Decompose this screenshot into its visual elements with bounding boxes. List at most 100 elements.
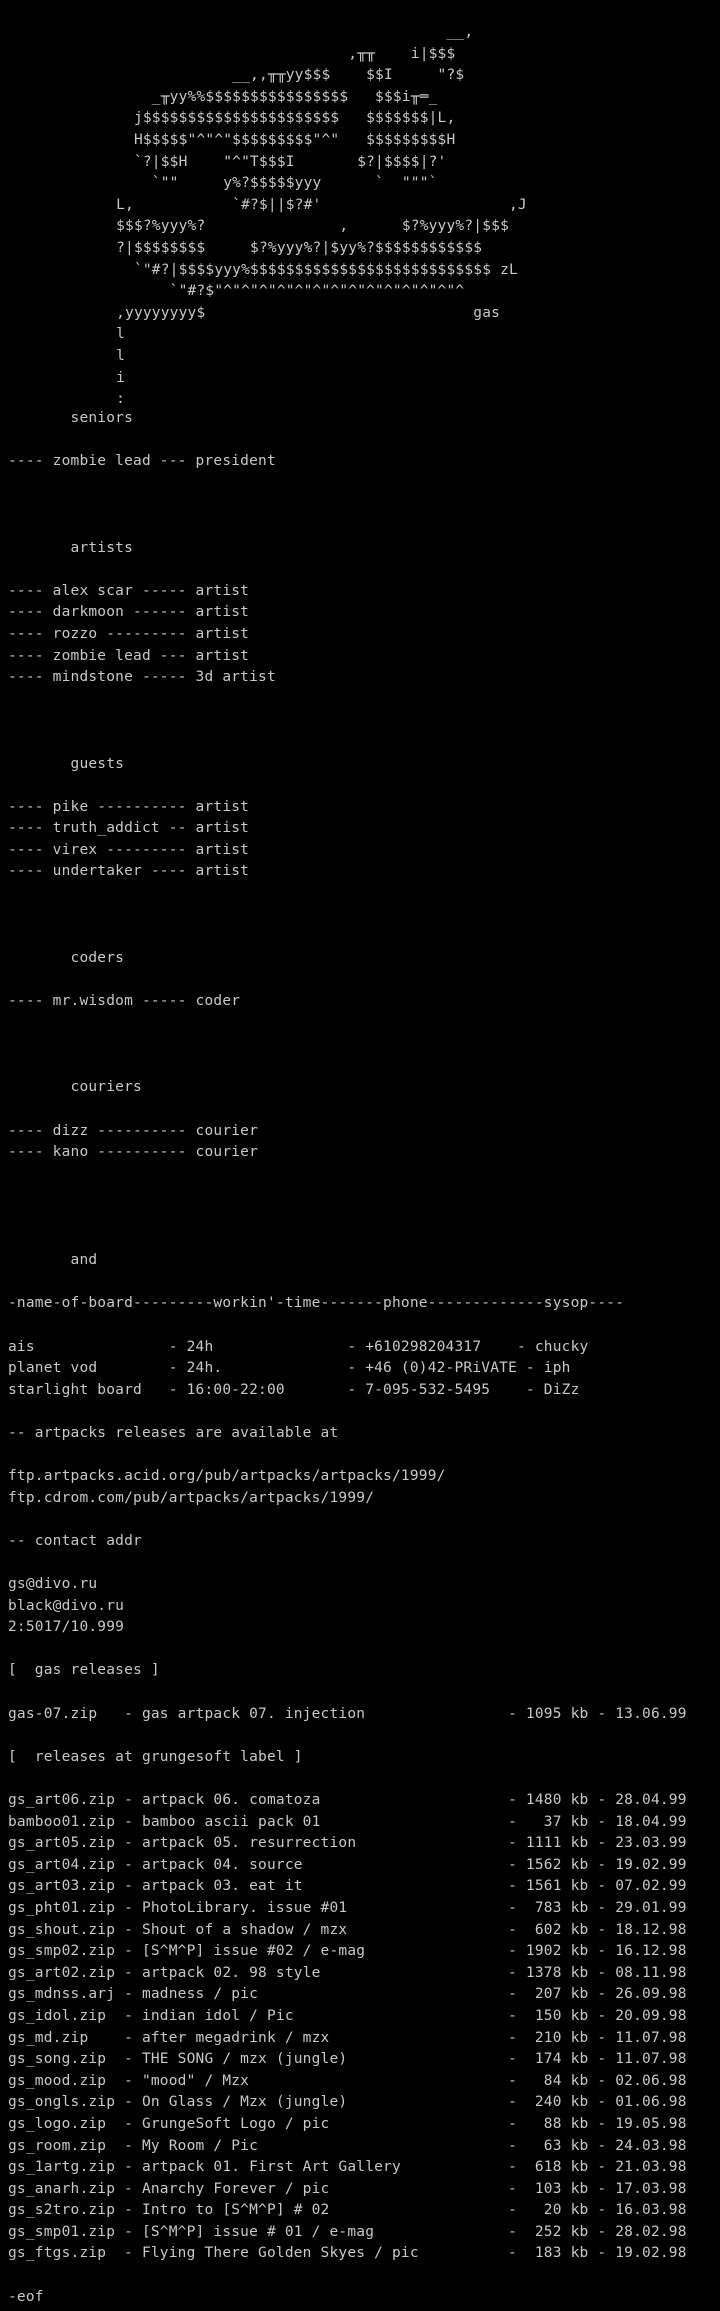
section-heading-and: and	[8, 1252, 98, 1269]
section-heading-couriers: couriers	[8, 1079, 142, 1096]
ascii-logo-art: __, ,╥╥ i|$$$ __,,╥╥yy$$$ $$I "?$ _╥yy%%…	[0, 22, 527, 411]
logo-art-line: ,yyyyyyyy$ gas	[0, 304, 501, 321]
member-entry: ---- darkmoon ------ artist	[8, 604, 250, 621]
release-row: gs_song.zip - THE SONG / mzx (jungle) - …	[8, 2051, 687, 2068]
member-entry: ---- alex scar ----- artist	[8, 582, 250, 599]
end-of-file-marker: -eof	[8, 2288, 44, 2305]
member-entry: ---- truth_addict -- artist	[8, 820, 250, 837]
ftp-url: ftp.cdrom.com/pub/artpacks/artpacks/1999…	[8, 1489, 375, 1506]
release-row: gs_art04.zip - artpack 04. source - 1562…	[8, 1856, 687, 1873]
release-row: gs_smp02.zip - [S^M^P] issue #02 / e-mag…	[8, 1943, 687, 1960]
release-row: gs_art06.zip - artpack 06. comatoza - 14…	[8, 1792, 687, 1808]
board-row: ais - 24h - +610298204317 - chucky	[8, 1338, 589, 1355]
member-entry: ---- undertaker ---- artist	[8, 863, 250, 880]
member-entry: ---- mr.wisdom ----- coder	[8, 993, 241, 1010]
logo-art-line: _╥yy%%$$$$$$$$$$$$$$$$ $$$i╥═_	[0, 88, 438, 105]
logo-art-line: l	[0, 326, 126, 343]
release-row: gs_anarh.zip - Anarchy Forever / pic - 1…	[8, 2180, 687, 2197]
release-row: gs_md.zip - after megadrink / mzx - 210 …	[8, 2029, 687, 2046]
board-row: starlight board - 16:00-22:00 - 7-095-53…	[8, 1381, 580, 1398]
release-row: gs_ongls.zip - On Glass / Mzx (jungle) -…	[8, 2094, 687, 2111]
nfo-document-body: seniors ---- zombie lead --- president a…	[8, 408, 687, 2308]
logo-art-line: `"#?$"^"^"^"^"^"^"^"^"^"^"^"^"^"^	[0, 283, 465, 300]
logo-art-line: j$$$$$$$$$$$$$$$$$$$$$$ $$$$$$$|L,	[0, 110, 456, 127]
logo-art-line: L, `#?$||$?#' ,J	[0, 196, 527, 213]
logo-art-line: ?|$$$$$$$$ $?%yyy%?|$yy%?$$$$$$$$$$$$	[0, 239, 483, 256]
member-entry: ---- zombie lead --- artist	[8, 647, 250, 664]
release-row: gs_smp01.zip - [S^M^P] issue # 01 / e-ma…	[8, 2223, 687, 2240]
release-row: gs_ftgs.zip - Flying There Golden Skyes …	[8, 2245, 687, 2262]
section-heading-guests: guests	[8, 755, 125, 772]
logo-art-line: H$$$$$"^"^"$$$$$$$$$"^" $$$$$$$$$H	[0, 131, 456, 148]
release-row: gs_mdnss.arj - madness / pic - 207 kb - …	[8, 1986, 687, 2003]
member-entry: ---- pike ---------- artist	[8, 798, 250, 815]
logo-art-line: __,,╥╥yy$$$ $$I "?$	[0, 67, 465, 84]
release-row: gs_1artg.zip - artpack 01. First Art Gal…	[8, 2159, 687, 2176]
release-row: gs_mood.zip - "mood" / Mzx - 84 kb - 02.…	[8, 2072, 687, 2089]
artpacks-heading: -- artpacks releases are available at	[8, 1424, 339, 1441]
release-row: gs_art02.zip - artpack 02. 98 style - 13…	[8, 1964, 687, 1981]
release-row: gs_pht01.zip - PhotoLibrary. issue #01 -…	[8, 1899, 687, 1916]
section-heading-artists: artists	[8, 539, 134, 556]
member-entry: ---- rozzo --------- artist	[8, 625, 250, 642]
contact-address: gs@divo.ru	[8, 1576, 98, 1593]
gas-releases-heading: [ gas releases ]	[8, 1662, 160, 1679]
member-entry: ---- mindstone ----- 3d artist	[8, 669, 276, 686]
release-row: gs_room.zip - My Room / Pic - 63 kb - 24…	[8, 2137, 687, 2154]
member-entry: ---- zombie lead --- president	[8, 453, 276, 470]
logo-art-line: i	[0, 369, 126, 386]
section-heading-coders: coders	[8, 949, 125, 966]
member-entry: ---- virex --------- artist	[8, 841, 250, 858]
logo-art-line: `?|$$H "^"T$$$I $?|$$$$|?'	[0, 153, 447, 170]
section-heading-seniors: seniors	[8, 410, 134, 426]
release-row: gs_logo.zip - GrungeSoft Logo / pic - 88…	[8, 2115, 687, 2132]
logo-art-line: ,╥╥ i|$$$	[0, 45, 456, 62]
logo-art-line: `"" y%?$$$$$yyy ` """`	[0, 175, 438, 192]
member-entry: ---- dizz ---------- courier	[8, 1122, 259, 1139]
release-row: bamboo01.zip - bamboo ascii pack 01 - 37…	[8, 1813, 687, 1830]
logo-art-line: $$$?%yyy%? , $?%yyy%?|$$$	[0, 218, 509, 235]
logo-art-line: `"#?|$$$$yyy%$$$$$$$$$$$$$$$$$$$$$$$$$$$…	[0, 261, 518, 278]
contact-address: 2:5017/10.999	[8, 1619, 125, 1636]
grungesoft-releases-heading: [ releases at grungesoft label ]	[8, 1748, 303, 1765]
release-row: gs_art03.zip - artpack 03. eat it - 1561…	[8, 1878, 687, 1895]
text-viewer-screen: __, ,╥╥ i|$$$ __,,╥╥yy$$$ $$I "?$ _╥yy%%…	[0, 0, 720, 2311]
boards-table-header: -name-of-board---------workin'-time-----…	[8, 1295, 625, 1312]
ftp-url: ftp.artpacks.acid.org/pub/artpacks/artpa…	[8, 1468, 446, 1485]
release-row: gas-07.zip - gas artpack 07. injection -…	[8, 1705, 687, 1722]
release-row: gs_shout.zip - Shout of a shadow / mzx -…	[8, 1921, 687, 1938]
release-row: gs_s2tro.zip - Intro to [S^M^P] # 02 - 2…	[8, 2202, 687, 2219]
release-row: gs_art05.zip - artpack 05. resurrection …	[8, 1835, 687, 1852]
contact-address: black@divo.ru	[8, 1597, 125, 1614]
member-entry: ---- kano ---------- courier	[8, 1144, 259, 1161]
